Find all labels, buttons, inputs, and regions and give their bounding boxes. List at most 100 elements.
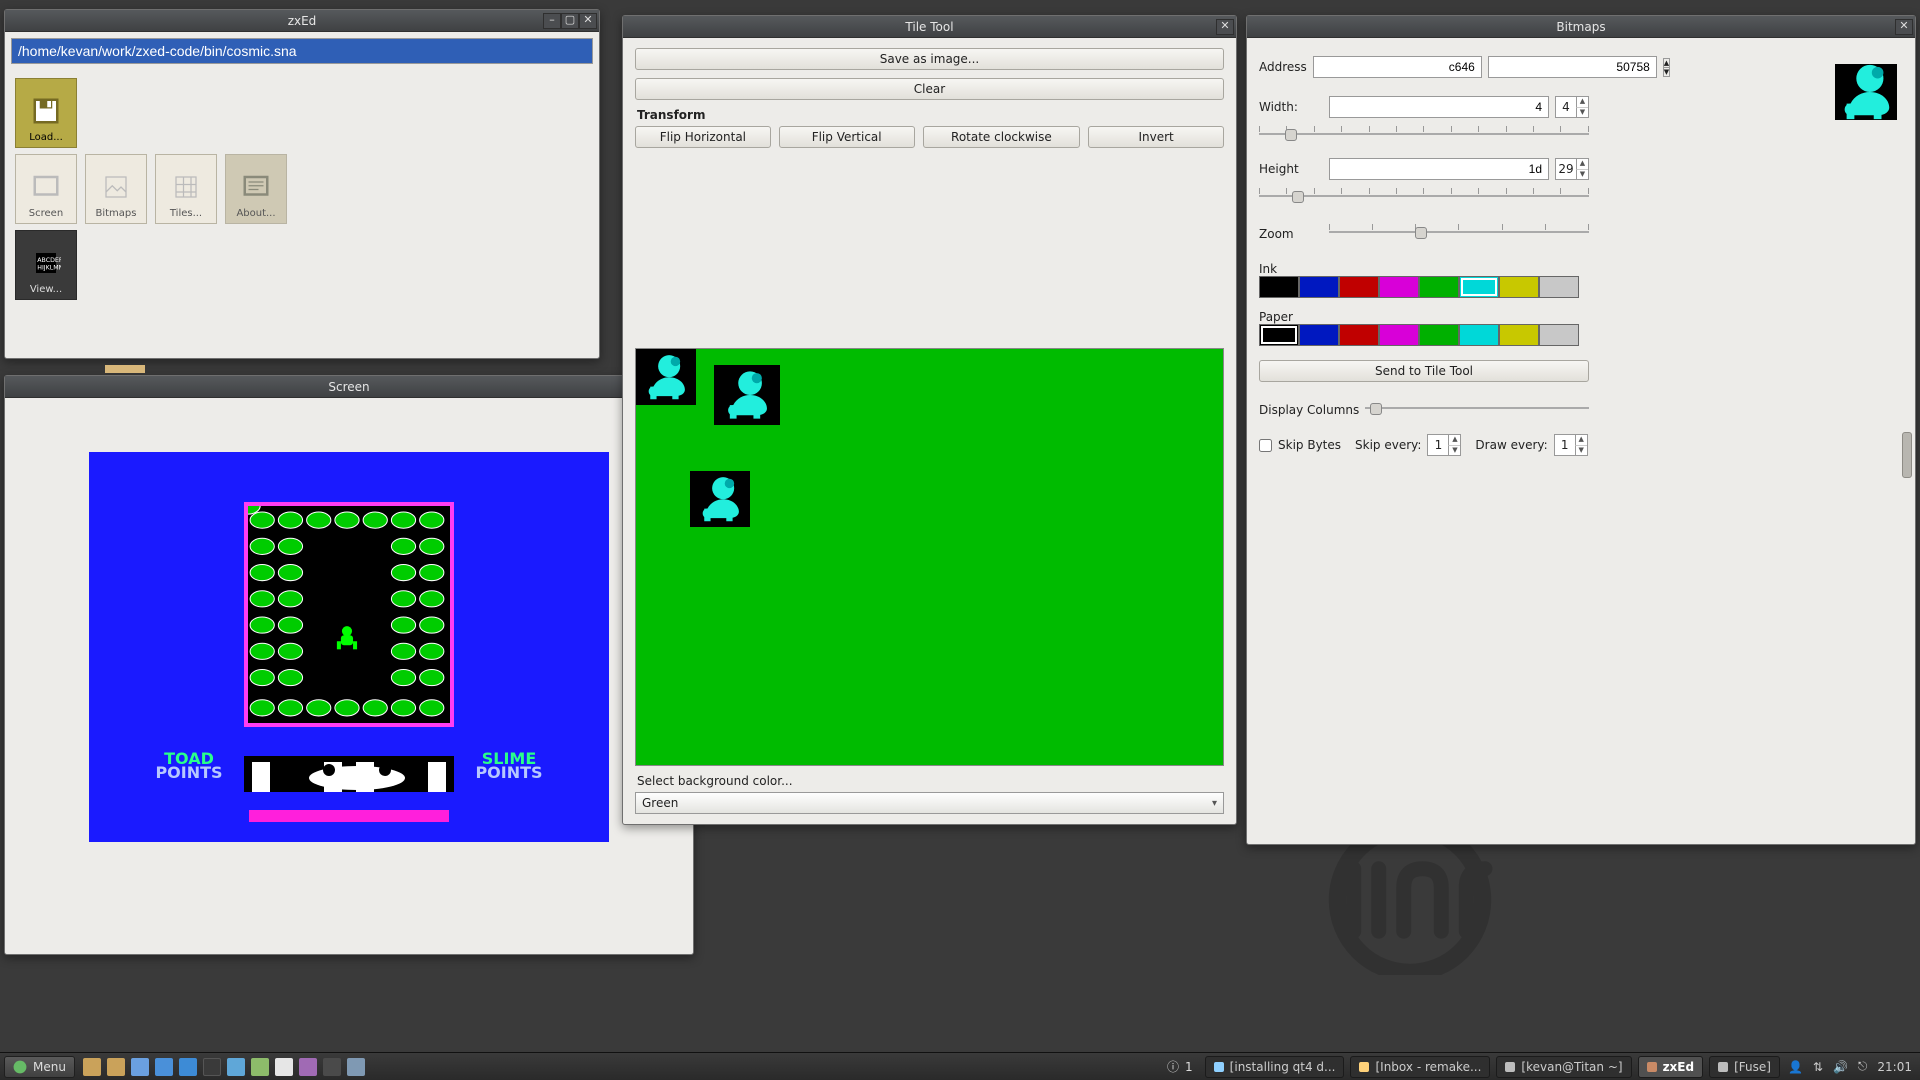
paper-swatch-6[interactable] xyxy=(1499,324,1539,346)
tiles-button[interactable]: Tiles... xyxy=(155,154,217,224)
send-to-tiletool-button[interactable]: Send to Tile Tool xyxy=(1259,360,1589,382)
flip-vertical-button[interactable]: Flip Vertical xyxy=(779,126,915,148)
sprite-instance[interactable] xyxy=(636,349,696,405)
task-label: [Inbox - remake... xyxy=(1375,1060,1481,1074)
skipbytes-checkbox[interactable] xyxy=(1259,439,1272,452)
quick-launch xyxy=(83,1058,365,1076)
dispcols-thumb[interactable] xyxy=(1370,403,1382,415)
task-button[interactable]: [installing qt4 d... xyxy=(1205,1056,1345,1078)
zoom-slider[interactable] xyxy=(1329,222,1589,242)
task-button[interactable]: [kevan@Titan ~] xyxy=(1496,1056,1631,1078)
panel-divider-handle[interactable] xyxy=(105,365,145,373)
sprite-instance[interactable] xyxy=(714,365,780,425)
file-path-input[interactable] xyxy=(11,38,593,64)
flip-horizontal-button[interactable]: Flip Horizontal xyxy=(635,126,771,148)
tile-canvas[interactable] xyxy=(635,348,1224,766)
skipevery-spinner[interactable]: 1▲▼ xyxy=(1427,434,1461,456)
paper-swatch-5[interactable] xyxy=(1459,324,1499,346)
address-hex-input[interactable] xyxy=(1313,56,1482,78)
width-up[interactable]: ▲ xyxy=(1576,97,1588,108)
ink-swatch-3[interactable] xyxy=(1379,276,1419,298)
tiletool-close-button[interactable]: ✕ xyxy=(1216,19,1234,35)
tray-user-icon[interactable]: 👤 xyxy=(1788,1060,1803,1074)
about-button[interactable]: About... xyxy=(225,154,287,224)
invert-button[interactable]: Invert xyxy=(1088,126,1224,148)
bitmaps-scrollbar[interactable] xyxy=(1902,60,1912,834)
bgcolor-combo[interactable]: Green xyxy=(635,792,1224,814)
zxed-titlebar[interactable]: zxEd – ▢ ✕ xyxy=(5,10,599,32)
paper-swatch-4[interactable] xyxy=(1419,324,1459,346)
width-spinner[interactable]: 4▲▼ xyxy=(1555,96,1589,118)
tray-volume-icon[interactable]: 🔊 xyxy=(1833,1060,1848,1074)
tray-network-icon[interactable]: ⇅ xyxy=(1813,1060,1823,1074)
clear-button[interactable]: Clear xyxy=(635,78,1224,100)
clock[interactable]: 21:01 xyxy=(1877,1060,1912,1074)
tiletool-titlebar[interactable]: Tile Tool ✕ xyxy=(623,16,1236,38)
ink-swatch-4[interactable] xyxy=(1419,276,1459,298)
width-slider-thumb[interactable] xyxy=(1285,129,1297,141)
ql-chat-icon[interactable] xyxy=(155,1058,173,1076)
ql-app4-icon[interactable] xyxy=(347,1058,365,1076)
minimize-button[interactable]: – xyxy=(543,13,561,29)
height-up[interactable]: ▲ xyxy=(1576,159,1588,170)
ql-app1-icon[interactable] xyxy=(227,1058,245,1076)
task-button[interactable]: [Inbox - remake... xyxy=(1350,1056,1490,1078)
bitmaps-scroll-thumb[interactable] xyxy=(1902,432,1912,478)
ink-swatch-0[interactable] xyxy=(1259,276,1299,298)
paper-swatch-3[interactable] xyxy=(1379,324,1419,346)
bitmaps-titlebar[interactable]: Bitmaps ✕ xyxy=(1247,16,1915,38)
ql-globe-icon[interactable] xyxy=(131,1058,149,1076)
screen-titlebar[interactable]: Screen xyxy=(5,376,693,398)
save-as-image-button[interactable]: Save as image... xyxy=(635,48,1224,70)
ink-swatch-5[interactable] xyxy=(1459,276,1499,298)
width-hex-input[interactable] xyxy=(1329,96,1549,118)
height-down[interactable]: ▼ xyxy=(1576,170,1588,180)
task-button[interactable]: zxEd xyxy=(1638,1056,1704,1078)
bitmaps-close-button[interactable]: ✕ xyxy=(1895,19,1913,35)
ql-app2-icon[interactable] xyxy=(251,1058,269,1076)
start-menu-button[interactable]: Menu xyxy=(4,1056,75,1078)
ql-mail-icon[interactable] xyxy=(179,1058,197,1076)
dispcols-slider[interactable] xyxy=(1365,398,1589,418)
height-hex-input[interactable] xyxy=(1329,158,1549,180)
ink-swatch-7[interactable] xyxy=(1539,276,1579,298)
maximize-button[interactable]: ▢ xyxy=(561,13,579,29)
close-button[interactable]: ✕ xyxy=(579,13,597,29)
paper-swatch-2[interactable] xyxy=(1339,324,1379,346)
ql-folder-icon[interactable] xyxy=(107,1058,125,1076)
zxed-window: zxEd – ▢ ✕ Load... Screen Bitmaps xyxy=(4,9,600,359)
about-icon xyxy=(241,172,271,202)
task-label: [installing qt4 d... xyxy=(1230,1060,1336,1074)
zoom-slider-thumb[interactable] xyxy=(1415,227,1427,239)
ink-swatch-2[interactable] xyxy=(1339,276,1379,298)
workspace-badge[interactable]: 1 xyxy=(1185,1060,1193,1074)
height-slider[interactable] xyxy=(1259,186,1589,206)
ink-swatch-6[interactable] xyxy=(1499,276,1539,298)
address-up[interactable]: ▲ xyxy=(1663,58,1670,68)
screen-button[interactable]: Screen xyxy=(15,154,77,224)
height-spinner[interactable]: 29▲▼ xyxy=(1555,158,1589,180)
drawevery-spinner[interactable]: 1▲▼ xyxy=(1554,434,1588,456)
load-button[interactable]: Load... xyxy=(15,78,77,148)
ql-files-icon[interactable] xyxy=(83,1058,101,1076)
address-down[interactable]: ▼ xyxy=(1663,68,1670,77)
ql-app3-icon[interactable] xyxy=(323,1058,341,1076)
address-dec-input[interactable] xyxy=(1488,56,1657,78)
task-button[interactable]: [Fuse] xyxy=(1709,1056,1780,1078)
width-slider[interactable] xyxy=(1259,124,1589,144)
paper-swatch-1[interactable] xyxy=(1299,324,1339,346)
ql-terminal-icon[interactable] xyxy=(203,1058,221,1076)
rotate-clockwise-button[interactable]: Rotate clockwise xyxy=(923,126,1081,148)
ql-media-icon[interactable] xyxy=(299,1058,317,1076)
ql-doc-icon[interactable] xyxy=(275,1058,293,1076)
tray-wifi-icon[interactable]: ⎋ xyxy=(1858,1059,1868,1074)
screen-content: TOADPOINTS SLIMEPOINTS xyxy=(5,398,693,886)
sprite-instance[interactable] xyxy=(690,471,750,527)
width-down[interactable]: ▼ xyxy=(1576,108,1588,118)
view-button[interactable]: ABCDEFGHIJKLMN View... xyxy=(15,230,77,300)
paper-swatch-7[interactable] xyxy=(1539,324,1579,346)
bitmaps-button[interactable]: Bitmaps xyxy=(85,154,147,224)
ink-swatch-1[interactable] xyxy=(1299,276,1339,298)
paper-swatch-0[interactable] xyxy=(1259,324,1299,346)
height-slider-thumb[interactable] xyxy=(1292,191,1304,203)
